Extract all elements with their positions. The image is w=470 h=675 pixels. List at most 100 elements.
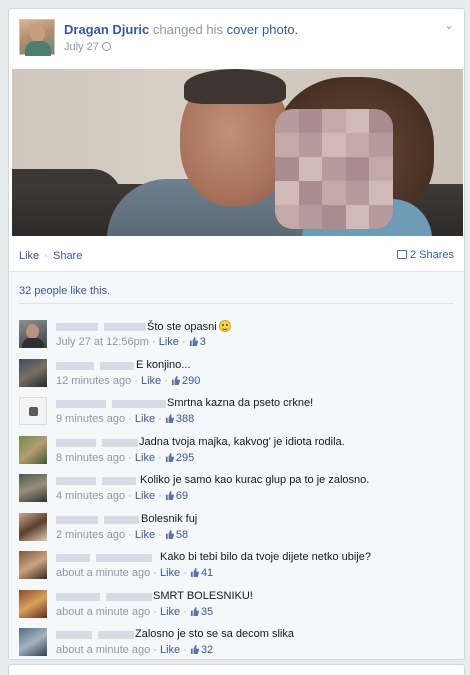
comment-text: SMRT BOLESNIKU! — [153, 590, 253, 602]
chevron-down-icon[interactable]: ⌄ — [444, 21, 454, 32]
comment-like-count[interactable]: 58 — [165, 529, 188, 541]
comment-meta: July 27 at 12:56pm · Like · 3 — [56, 336, 206, 348]
comment-meta: about a minute ago · Like · 35 — [56, 606, 214, 618]
commenter-avatar[interactable] — [19, 320, 47, 348]
commenter-name-redacted[interactable] — [56, 477, 136, 485]
comment-like-count[interactable]: 388 — [165, 413, 194, 425]
comment-time[interactable]: about a minute ago — [56, 567, 150, 579]
comment-like-link[interactable]: Like — [135, 452, 155, 464]
thumbs-up-icon — [190, 607, 199, 616]
comment-like-link[interactable]: Like — [160, 567, 180, 579]
commenter-avatar[interactable] — [19, 513, 47, 541]
comment-text: Koliko je samo kao kurac glup pa to je z… — [140, 474, 370, 486]
comment-time[interactable]: about a minute ago — [56, 606, 150, 618]
comment-text: Kako bi tebi bilo da tvoje dijete netko … — [160, 551, 371, 563]
story-headline: Dragan Djuric changed his cover photo. — [64, 22, 298, 37]
comment-meta: 8 minutes ago · Like · 295 — [56, 452, 195, 464]
commenter-avatar[interactable] — [19, 628, 47, 656]
author-avatar[interactable] — [19, 19, 55, 56]
comment-time[interactable]: 12 minutes ago — [56, 375, 131, 387]
like-link[interactable]: Like — [19, 250, 39, 262]
thumbs-up-icon — [165, 491, 174, 500]
thumbs-up-icon — [189, 337, 198, 346]
shares-count[interactable]: 2 Shares — [396, 249, 454, 261]
story-actions: Like · Share — [19, 250, 82, 262]
comment-text: Zalosno je sto se sa decom slika — [135, 628, 294, 640]
comment-item: Koliko je samo kao kurac glup pa to je z… — [19, 474, 454, 510]
commenter-name-redacted[interactable] — [56, 323, 146, 331]
comment-like-count[interactable]: 295 — [165, 452, 194, 464]
thumbs-up-icon — [190, 568, 199, 577]
commenter-name-redacted[interactable] — [56, 554, 152, 562]
story-card: Dragan Djuric changed his cover photo. J… — [8, 8, 465, 660]
comment-item: Kako bi tebi bilo da tvoje dijete netko … — [19, 551, 454, 587]
cover-photo[interactable] — [12, 69, 463, 236]
commenter-name-redacted[interactable] — [56, 439, 138, 447]
comment-like-count[interactable]: 69 — [165, 490, 188, 502]
next-story-edge — [8, 664, 465, 675]
thumbs-up-icon — [165, 453, 174, 462]
comment-like-link[interactable]: Like — [135, 490, 155, 502]
story-date[interactable]: July 27 — [64, 41, 99, 53]
comment-like-link[interactable]: Like — [160, 606, 180, 618]
comment-item: E konjino... 12 minutes ago · Like · 290 — [19, 359, 454, 395]
comment-item: Bolesnik fuj 2 minutes ago · Like · 58 — [19, 513, 454, 549]
comment-like-count[interactable]: 35 — [190, 606, 213, 618]
comment-item: SMRT BOLESNIKU! about a minute ago · Lik… — [19, 590, 454, 626]
comment-like-count[interactable]: 41 — [190, 567, 213, 579]
comment-time[interactable]: 2 minutes ago — [56, 529, 125, 541]
comment-like-count[interactable]: 3 — [189, 336, 206, 348]
comment-meta: 4 minutes ago · Like · 69 — [56, 490, 189, 502]
comment-like-link[interactable]: Like — [135, 413, 155, 425]
comment-item: Zalosno je sto se sa decom slika about a… — [19, 628, 454, 664]
comment-like-count[interactable]: 32 — [190, 644, 213, 656]
comment-like-link[interactable]: Like — [159, 336, 179, 348]
blurred-face — [275, 109, 393, 229]
comment-meta: about a minute ago · Like · 32 — [56, 644, 214, 656]
comment-time[interactable]: July 27 at 12:56pm — [56, 336, 149, 348]
thumbs-up-icon — [165, 414, 174, 423]
share-link[interactable]: Share — [53, 250, 82, 262]
commenter-avatar[interactable] — [19, 474, 47, 502]
commenter-avatar[interactable] — [19, 551, 47, 579]
commenter-avatar[interactable] — [19, 359, 47, 387]
comment-text: Što ste opasni — [147, 320, 231, 333]
smiley-icon — [218, 320, 231, 332]
commenter-name-redacted[interactable] — [56, 362, 134, 370]
comment-like-link[interactable]: Like — [160, 644, 180, 656]
comment-time[interactable]: 8 minutes ago — [56, 452, 125, 464]
author-name[interactable]: Dragan Djuric — [64, 22, 149, 37]
comments-section: 32 people like this. Što ste opasni July… — [9, 271, 464, 659]
commenter-avatar[interactable] — [19, 436, 47, 464]
likes-summary[interactable]: 32 people like this. — [19, 285, 110, 297]
comment-like-link[interactable]: Like — [141, 375, 161, 387]
share-icon — [396, 250, 407, 259]
comment-meta: 12 minutes ago · Like · 290 — [56, 375, 201, 387]
commenter-avatar[interactable] — [19, 590, 47, 618]
comment-like-link[interactable]: Like — [135, 529, 155, 541]
thumbs-up-icon — [190, 645, 199, 654]
comment-text: E konjino... — [136, 359, 191, 371]
commenter-name-redacted[interactable] — [56, 400, 166, 408]
comment-time[interactable]: 4 minutes ago — [56, 490, 125, 502]
comment-like-count[interactable]: 290 — [171, 375, 200, 387]
globe-icon — [101, 42, 111, 51]
comment-item: Što ste opasni July 27 at 12:56pm · Like… — [19, 320, 454, 356]
comment-text: Smrtna kazna da pseto crkne! — [167, 397, 314, 409]
comment-item: Smrtna kazna da pseto crkne! 9 minutes a… — [19, 397, 454, 433]
thumbs-up-icon — [165, 530, 174, 539]
story-action: changed his — [152, 22, 223, 37]
commenter-name-redacted[interactable] — [56, 593, 152, 601]
commenter-name-redacted[interactable] — [56, 516, 139, 524]
comment-meta: 9 minutes ago · Like · 388 — [56, 413, 195, 425]
comment-time[interactable]: about a minute ago — [56, 644, 150, 656]
story-timestamp-row: July 27 — [64, 41, 111, 53]
cover-photo-link[interactable]: cover photo. — [227, 22, 299, 37]
comment-time[interactable]: 9 minutes ago — [56, 413, 125, 425]
commenter-name-redacted[interactable] — [56, 631, 134, 639]
commenter-avatar[interactable] — [19, 397, 47, 425]
actions-separator: · — [44, 250, 48, 262]
comment-meta: about a minute ago · Like · 41 — [56, 567, 214, 579]
comment-item: Jadna tvoja majka, kakvog' je idiota rod… — [19, 436, 454, 472]
comment-text: Jadna tvoja majka, kakvog' je idiota rod… — [139, 436, 345, 448]
